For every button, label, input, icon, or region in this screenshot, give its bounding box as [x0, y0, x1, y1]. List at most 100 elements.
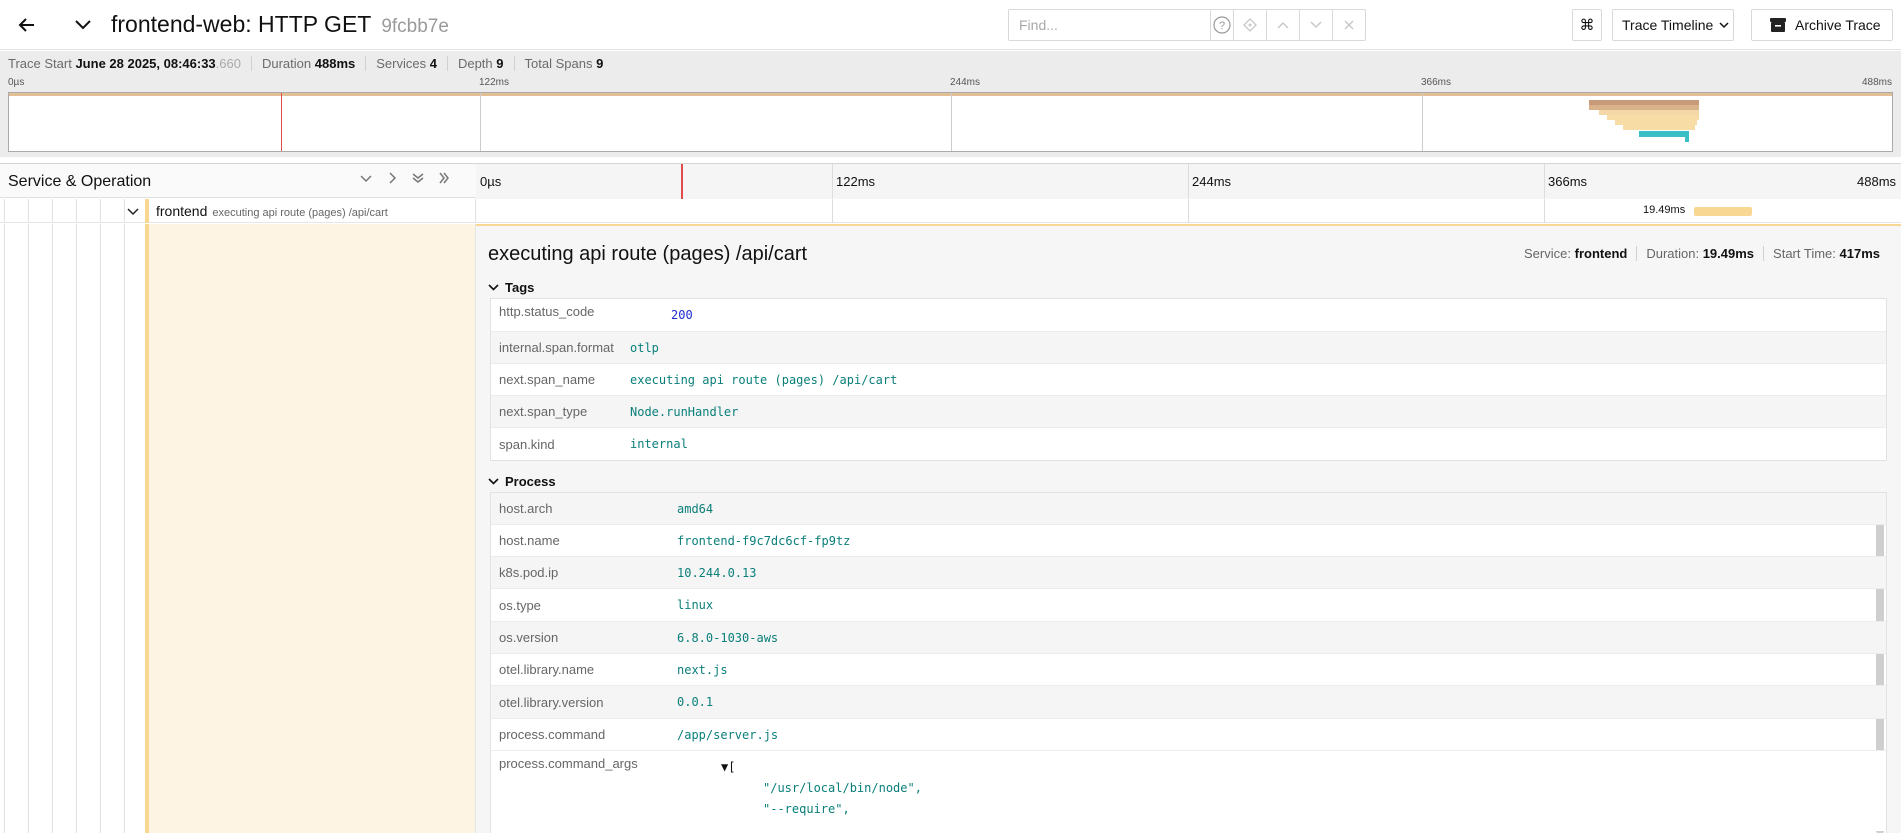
table-row: next.span_type Node.runHandler: [491, 396, 1886, 428]
service-color-bar: [145, 199, 149, 223]
table-row: otel.library.version 0.0.1: [491, 686, 1886, 719]
trace-total-spans: Total Spans 9: [524, 55, 604, 71]
trace-name: frontend-web: HTTP GET: [111, 11, 371, 37]
span-service-name[interactable]: frontend executing api route (pages) /api…: [156, 203, 388, 219]
back-button[interactable]: [10, 8, 44, 42]
help-button[interactable]: ?: [1210, 10, 1233, 40]
minimap-canvas[interactable]: [8, 92, 1893, 152]
collapse-one-button[interactable]: [356, 171, 376, 187]
collapse-all-button[interactable]: [408, 171, 428, 187]
command-key-icon: ⌘: [1579, 17, 1595, 34]
expand-one-button[interactable]: [382, 171, 402, 187]
timeline-gridline: [1544, 164, 1545, 198]
timeline-tick: 122ms: [836, 174, 876, 189]
detail-left-fill: [149, 224, 475, 833]
process-key: os.type: [499, 597, 541, 613]
view-select-label: Trace Timeline: [1622, 17, 1714, 33]
span-detail-meta: Service: frontend Duration: 19.49ms Star…: [1515, 246, 1889, 261]
keyboard-shortcuts-button[interactable]: ⌘: [1572, 9, 1602, 41]
tag-value: executing api route (pages) /api/cart: [630, 372, 898, 387]
span-duration-label: 19.49ms: [1643, 204, 1686, 216]
timeline-header: Service & Operation 0µs 122ms 244ms 366m…: [0, 163, 1901, 199]
table-row: otel.library.name next.js: [491, 654, 1886, 686]
process-value: 6.8.0-1030-aws: [677, 630, 779, 645]
double-chevron-right-icon: [439, 172, 449, 184]
indent-guide: [4, 199, 5, 223]
time-cursor: [681, 164, 683, 199]
collapse-header-button[interactable]: [66, 8, 100, 42]
next-match-button[interactable]: [1299, 10, 1332, 40]
chevron-right-icon: [389, 172, 397, 184]
table-row: host.name frontend-f9c7dc6cf-fp9tz: [491, 525, 1886, 557]
svg-text:?: ?: [1219, 20, 1225, 32]
span-detail-title: executing api route (pages) /api/cart: [488, 243, 808, 265]
archive-trace-label: Archive Trace: [1795, 17, 1881, 33]
trace-depth: Depth 9: [458, 55, 515, 71]
process-value: 0.0.1: [677, 695, 714, 709]
prev-match-button[interactable]: [1266, 10, 1299, 40]
archive-icon: [1770, 18, 1786, 32]
service-operation-title: Service & Operation: [8, 173, 152, 190]
trace-title: frontend-web: HTTP GET 9fcbb7e: [111, 11, 449, 38]
json-string: "--require",: [763, 802, 850, 816]
timeline-tick: 366ms: [1548, 174, 1588, 189]
table-row: process.command /app/server.js: [491, 719, 1886, 751]
chevron-down-icon: [1719, 22, 1729, 29]
tag-value: Node.runHandler: [630, 404, 739, 419]
trace-duration: Duration 488ms: [262, 55, 367, 71]
trace-id: 9fcbb7e: [381, 16, 449, 37]
json-string: "/usr/local/bin/node",: [763, 781, 922, 795]
trace-minimap[interactable]: 0µs 122ms 244ms 366ms 488ms: [0, 75, 1901, 157]
indent-guide: [124, 199, 125, 223]
span-timeline[interactable]: 19.49ms: [476, 199, 1901, 223]
process-value: next.js: [677, 662, 728, 677]
tags-section-header[interactable]: Tags: [488, 280, 534, 295]
chevron-down-icon: [360, 175, 372, 183]
timeline-tick: 488ms: [1857, 174, 1897, 189]
span-row[interactable]: frontend executing api route (pages) /api…: [0, 199, 1901, 223]
process-key: os.version: [499, 630, 559, 645]
span-detail: executing api route (pages) /api/cart Se…: [476, 224, 1901, 833]
indent-guide: [4, 224, 5, 833]
indent-guide: [76, 224, 77, 833]
archive-trace-button[interactable]: Archive Trace: [1751, 9, 1893, 41]
span-toggle[interactable]: [126, 203, 140, 219]
tree-controls: [356, 171, 454, 187]
span-duration: Duration: 19.49ms: [1636, 246, 1763, 261]
command-args-json[interactable]: ▼[ "/usr/local/bin/node", "--require",: [721, 751, 922, 816]
tag-value: 200: [671, 308, 693, 322]
minimap-gridline: [951, 93, 952, 151]
trace-summary: Trace Start June 28 2025, 08:46:33.660 D…: [0, 51, 1901, 75]
expand-all-button[interactable]: [434, 171, 454, 187]
table-row: next.span_name executing api route (page…: [491, 364, 1886, 396]
indent-guide: [28, 199, 29, 223]
timeline-tick: 0µs: [480, 174, 502, 189]
target-icon: [1243, 18, 1257, 32]
process-section-header[interactable]: Process: [488, 474, 556, 489]
table-row: span.kind internal: [491, 428, 1886, 460]
tag-key: http.status_code: [499, 304, 595, 319]
locate-span-button[interactable]: [1233, 10, 1266, 40]
timeline-gridline: [1544, 199, 1545, 223]
process-key: otel.library.version: [499, 694, 604, 710]
trace-header: frontend-web: HTTP GET 9fcbb7e ? ⌘ Trace…: [0, 0, 1901, 50]
trace-start: Trace Start June 28 2025, 08:46:33.660: [8, 55, 252, 71]
span-start-time: Start Time: 417ms: [1763, 246, 1889, 261]
minimap-gridline: [1422, 93, 1423, 151]
view-select[interactable]: Trace Timeline: [1612, 9, 1734, 41]
span-bar[interactable]: [1694, 207, 1752, 216]
minimap-tick: 488ms: [1862, 77, 1893, 88]
process-value: 10.244.0.13: [677, 565, 757, 580]
process-value: frontend-f9c7dc6cf-fp9tz: [677, 533, 851, 548]
find-input[interactable]: [1009, 10, 1210, 40]
table-row: os.type linux: [491, 589, 1886, 622]
table-row: os.version 6.8.0-1030-aws: [491, 622, 1886, 654]
close-icon: [1344, 20, 1354, 30]
clear-search-button[interactable]: [1332, 10, 1365, 40]
minimap-tick: 244ms: [950, 77, 981, 88]
minimap-gridline: [480, 93, 481, 151]
chevron-down-icon: [75, 20, 91, 30]
operation-name: executing api route (pages) /api/cart: [212, 207, 388, 219]
process-key: process.command_args: [499, 756, 638, 771]
process-key: host.name: [499, 533, 560, 548]
